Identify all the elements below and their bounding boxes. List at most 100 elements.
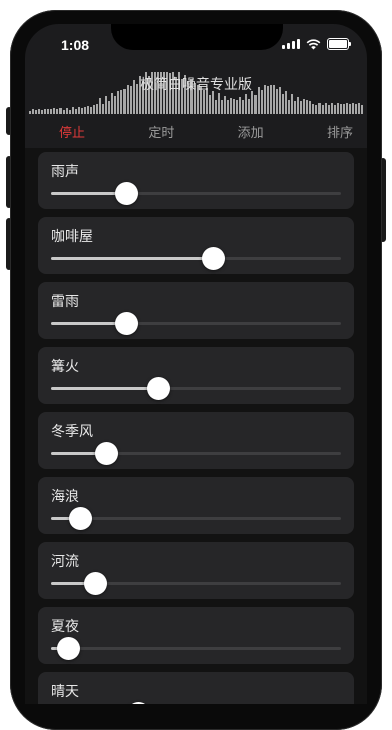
stop-button[interactable]: 停止: [53, 118, 91, 145]
visualizer-bar: [227, 100, 230, 114]
visualizer-bar: [92, 105, 96, 114]
visualizer-bar: [108, 101, 111, 114]
sound-label: 夏夜: [51, 619, 79, 635]
volume-slider[interactable]: [51, 507, 341, 530]
visualizer-bar: [220, 100, 223, 114]
add-button[interactable]: 添加: [232, 118, 270, 145]
visualizer-bar: [217, 93, 220, 114]
sound-label: 篝火: [51, 359, 79, 375]
volume-slider[interactable]: [51, 442, 341, 465]
visualizer-bar: [297, 97, 300, 114]
visualizer-bar: [254, 95, 257, 114]
sound-card: 晴天: [38, 672, 354, 704]
sound-label: 雷雨: [51, 294, 79, 310]
visualizer-bar: [324, 103, 327, 114]
visualizer-bar: [339, 104, 342, 114]
visualizer-bar: [214, 100, 217, 114]
status-time: 1:08: [61, 37, 90, 53]
volume-slider-thumb[interactable]: [57, 637, 81, 660]
visualizer-bar: [306, 100, 309, 114]
volume-slider-thumb[interactable]: [147, 377, 171, 400]
visualizer-bar: [330, 103, 333, 114]
visualizer-bar: [86, 106, 89, 114]
sound-card: 夏夜: [38, 607, 354, 664]
sound-label: 冬季风: [51, 424, 93, 440]
app-screen: 1:08 极简白噪音专业版 停止 定时 添加 排序 雨声咖啡屋雷雨篝火冬季风海浪…: [25, 24, 367, 704]
volume-slider[interactable]: [51, 572, 341, 595]
visualizer-bar: [224, 96, 227, 114]
status-icons: [282, 38, 351, 50]
visualizer-bar: [89, 107, 92, 114]
volume-slider-thumb[interactable]: [69, 507, 92, 530]
volume-slider[interactable]: [51, 377, 341, 400]
visualizer-bar: [294, 101, 297, 114]
volume-slider-thumb[interactable]: [202, 247, 226, 270]
visualizer-bar: [117, 91, 120, 114]
sound-label: 海浪: [51, 489, 79, 505]
volume-slider-thumb[interactable]: [115, 312, 139, 335]
visualizer-bar: [105, 96, 108, 114]
visualizer-bar: [291, 94, 294, 114]
visualizer-bar: [358, 103, 361, 114]
sound-card: 雨声: [38, 152, 354, 209]
visualizer-bar: [333, 105, 336, 114]
visualizer-bar: [300, 101, 303, 114]
visualizer-bar: [309, 101, 312, 114]
visualizer-bar: [77, 107, 80, 114]
notch: [111, 24, 283, 50]
visualizer-bar: [211, 91, 214, 114]
visualizer-bar: [248, 99, 251, 114]
sound-label: 雨声: [51, 164, 79, 180]
sound-label: 晴天: [51, 684, 79, 700]
volume-slider-thumb[interactable]: [83, 572, 107, 595]
visualizer-bar: [361, 105, 364, 114]
app-title: 极简白噪音专业版: [140, 77, 252, 93]
volume-slider[interactable]: [51, 182, 341, 205]
sound-label: 咖啡屋: [51, 229, 93, 245]
sound-card: 咖啡屋: [38, 217, 354, 274]
visualizer-bar: [281, 94, 284, 114]
visualizer-bar: [321, 105, 324, 114]
visualizer-bar: [96, 104, 99, 114]
wifi-icon: [306, 38, 321, 49]
sound-list: 雨声咖啡屋雷雨篝火冬季风海浪河流夏夜晴天: [25, 148, 367, 704]
sound-label: 河流: [51, 554, 79, 570]
volume-slider[interactable]: [51, 637, 341, 660]
visualizer-bar: [102, 104, 105, 114]
visualizer-bar: [99, 98, 102, 114]
volume-slider-fill: [51, 387, 159, 390]
visualizer-bar: [114, 96, 117, 114]
visualizer-bar: [342, 104, 345, 114]
visualizer-bar: [208, 95, 211, 114]
visualizer-bar: [315, 105, 318, 114]
sound-card: 篝火: [38, 347, 354, 404]
sound-card: 河流: [38, 542, 354, 599]
visualizer-bar: [245, 94, 248, 114]
visualizer-bar: [251, 91, 254, 114]
battery-icon: [327, 38, 351, 50]
visualizer-bar: [284, 91, 287, 114]
timer-button[interactable]: 定时: [142, 118, 180, 145]
volume-slider[interactable]: [51, 247, 341, 270]
visualizer-bar: [111, 93, 114, 114]
visualizer-bar: [303, 99, 306, 114]
sound-card: 雷雨: [38, 282, 354, 339]
signal-icon: [282, 39, 300, 49]
sound-card: 冬季风: [38, 412, 354, 469]
volume-slider-thumb[interactable]: [95, 442, 119, 465]
visualizer-bar: [355, 104, 358, 114]
visualizer-bar: [83, 107, 86, 114]
volume-slider-thumb[interactable]: [115, 182, 139, 205]
volume-slider[interactable]: [51, 312, 341, 335]
visualizer-bar: [348, 104, 351, 114]
volume-slider-thumb[interactable]: [127, 702, 150, 704]
visualizer-bar: [312, 104, 315, 114]
visualizer-bar: [239, 97, 242, 114]
visualizer-bar: [327, 105, 330, 114]
sort-button[interactable]: 排序: [321, 118, 359, 145]
visualizer-bar: [236, 100, 239, 114]
visualizer-bar: [287, 100, 291, 114]
visualizer-bar: [318, 103, 321, 114]
visualizer-bar: [242, 100, 245, 114]
visualizer-bar: [351, 103, 355, 114]
